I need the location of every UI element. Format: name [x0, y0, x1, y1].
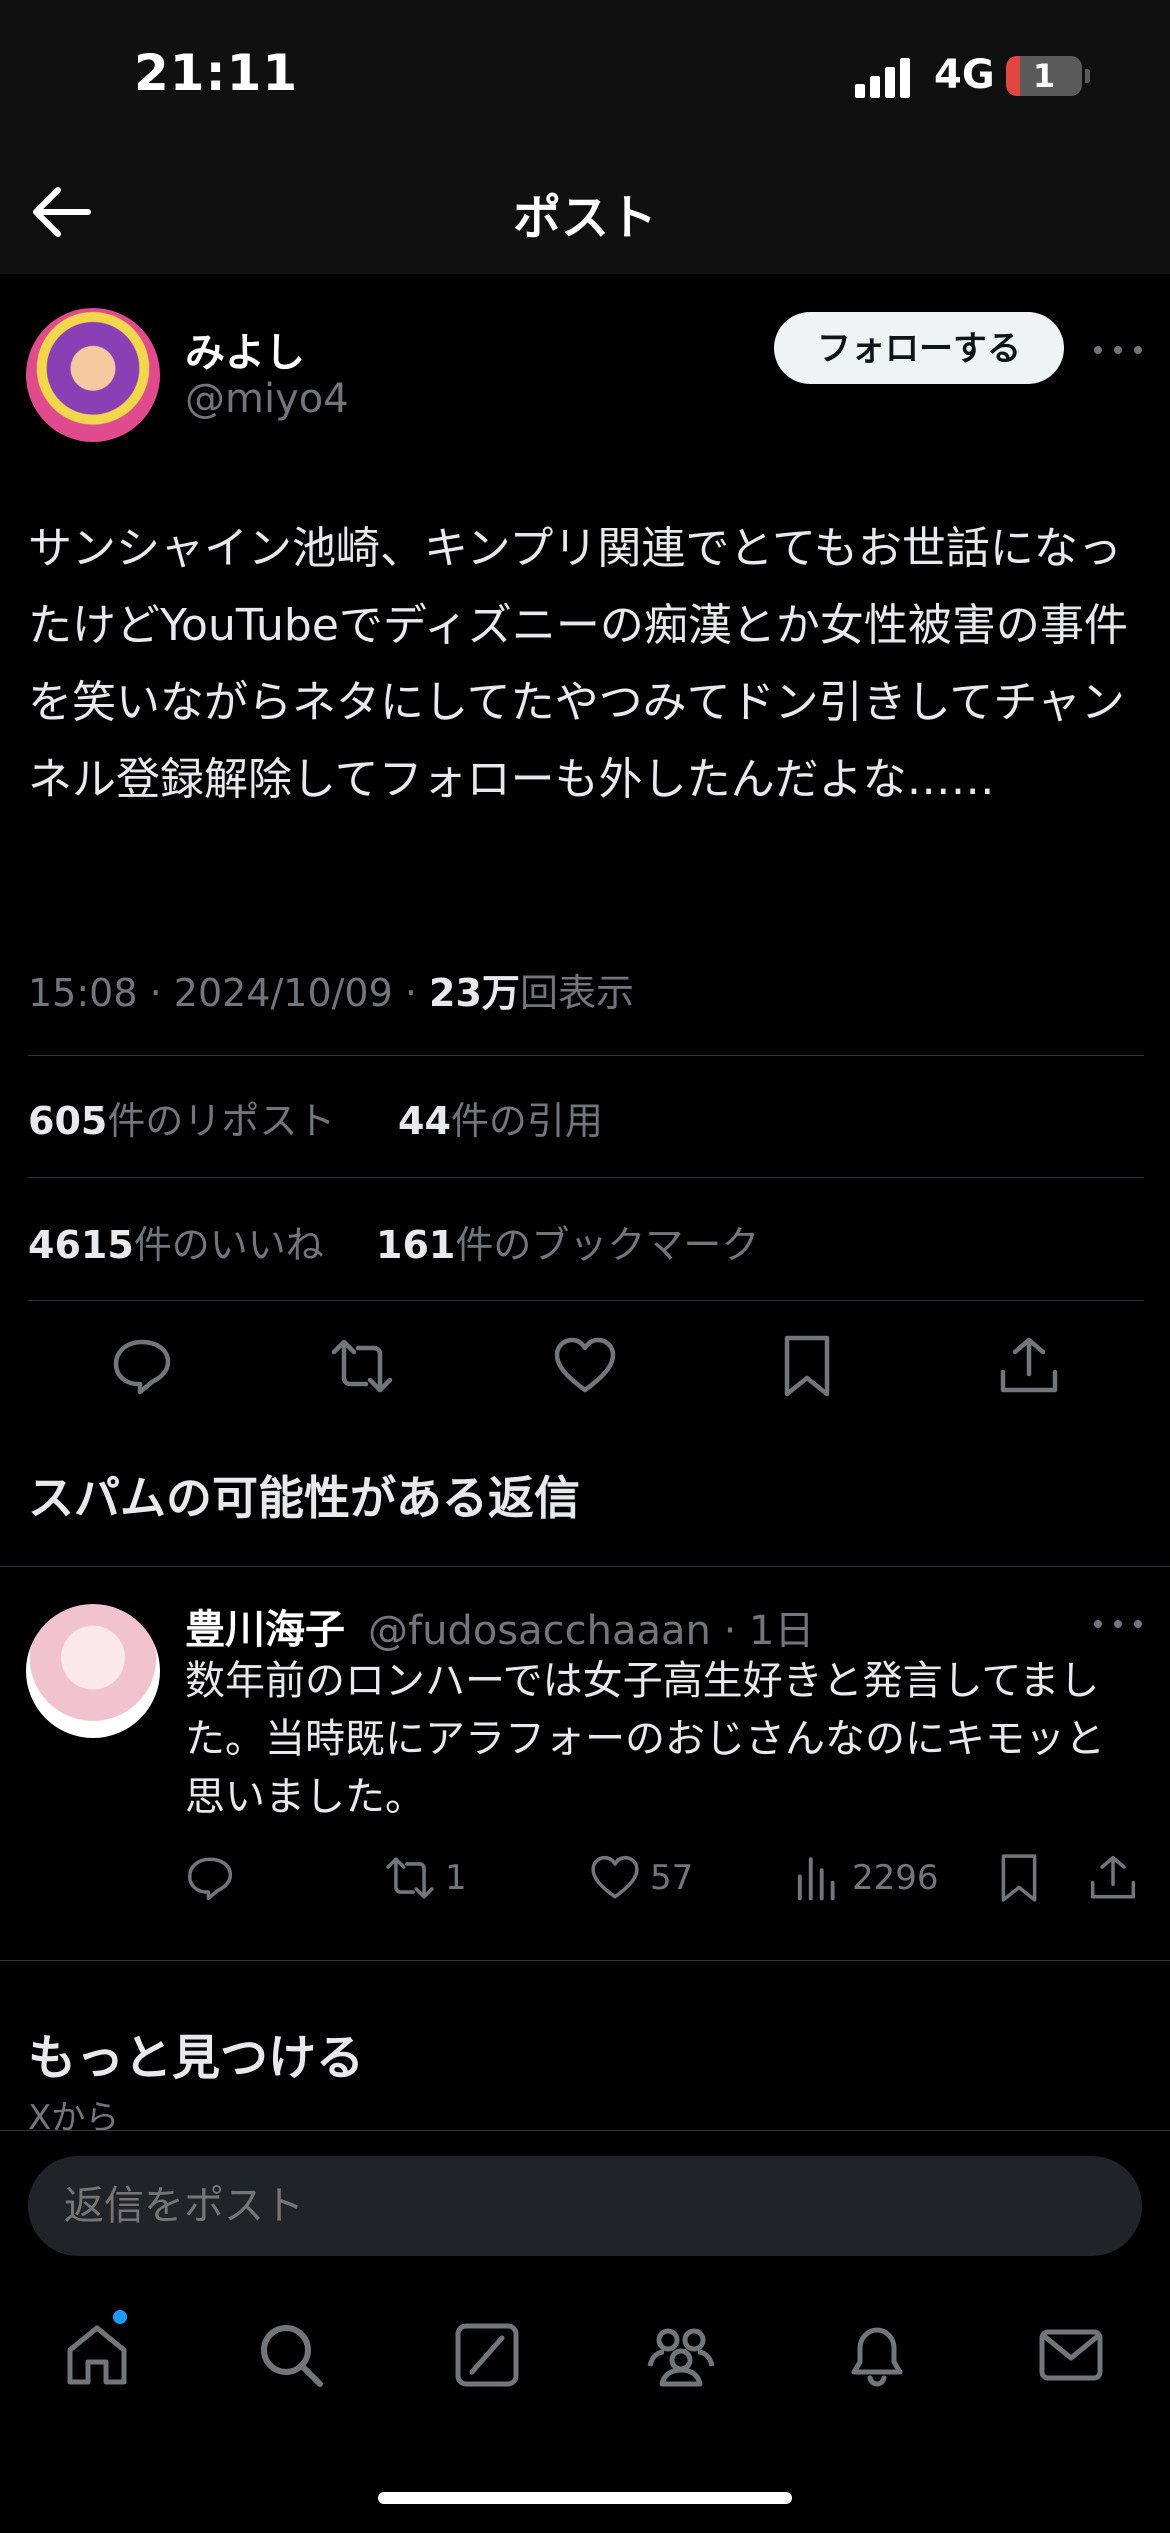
reply-reply-button[interactable] — [185, 1850, 235, 1906]
divider — [28, 1177, 1144, 1178]
bookmarks-stat[interactable]: 161件のブックマーク — [376, 1214, 759, 1269]
avatar[interactable] — [26, 308, 160, 442]
reply-repost-count: 1 — [445, 1858, 467, 1898]
home-icon — [67, 2325, 127, 2385]
tab-messages[interactable] — [1036, 2320, 1106, 2390]
signal-icon — [855, 58, 910, 98]
bookmark-icon — [1001, 1854, 1037, 1902]
repost-button[interactable] — [330, 1334, 394, 1398]
like-icon — [554, 1337, 616, 1393]
reply-icon — [187, 1857, 233, 1901]
tab-home[interactable] — [62, 2320, 132, 2390]
divider — [0, 1566, 1170, 1567]
reply-button[interactable] — [110, 1334, 174, 1398]
views-icon — [797, 1857, 835, 1901]
reply-like-button[interactable]: 57 — [590, 1850, 693, 1906]
battery-cap — [1085, 69, 1090, 83]
tab-search[interactable] — [256, 2320, 326, 2390]
like-button[interactable] — [553, 1334, 617, 1398]
reply-avatar[interactable] — [26, 1604, 160, 1738]
post-meta: 15:08 · 2024/10/09 · 23万回表示 — [28, 971, 634, 1015]
post-text: サンシャイン池崎、キンプリ関連でとてもお世話になったけどYouTubeでディズニ… — [28, 523, 1128, 805]
reply-handle-text: @fudosacchaaan — [368, 1608, 711, 1654]
share-icon — [1090, 1855, 1136, 1899]
tab-notifications[interactable] — [842, 2320, 912, 2390]
home-notification-dot — [113, 2310, 127, 2324]
home-indicator — [378, 2492, 792, 2504]
likes-label: 件のいいね — [133, 1223, 324, 1267]
likes-stat[interactable]: 4615件のいいね — [28, 1214, 324, 1269]
bookmark-button[interactable] — [775, 1334, 839, 1398]
reply-input[interactable] — [28, 2156, 1142, 2256]
discover-heading: もっと見つける — [28, 2030, 365, 2086]
reply-views-count: 2296 — [852, 1858, 939, 1898]
reply-icon — [113, 1339, 171, 1395]
share-button[interactable] — [997, 1334, 1061, 1398]
post-date: 2024/10/09 — [173, 971, 393, 1015]
messages-icon — [1039, 2329, 1103, 2381]
reply-views-button[interactable]: 2296 — [792, 1850, 939, 1906]
network-label: 4G — [934, 52, 995, 98]
quotes-label: 件の引用 — [450, 1099, 603, 1143]
status-time: 21:11 — [134, 44, 299, 102]
post-time: 15:08 — [28, 971, 138, 1015]
reply-repost-button[interactable]: 1 — [385, 1850, 467, 1906]
compose-icon — [455, 2323, 519, 2387]
spam-replies-heading: スパムの可能性がある返信 — [28, 1471, 580, 1525]
reply-more-options-icon[interactable] — [1090, 1604, 1146, 1644]
reply-age: · 1日 — [723, 1608, 815, 1654]
bookmark-icon — [784, 1335, 830, 1397]
reply-text: 数年前のロンハーでは女子高生好きと発言してました。当時既にアラフォーのおじさんな… — [185, 1658, 1105, 1820]
reply-share-button[interactable] — [1088, 1850, 1138, 1906]
divider — [28, 1055, 1144, 1056]
page-title: ポスト — [512, 190, 657, 246]
quotes-count: 44 — [398, 1099, 451, 1143]
quotes-stat[interactable]: 44件の引用 — [398, 1090, 603, 1145]
views-count[interactable]: 23万 — [429, 971, 520, 1015]
reply-author-name[interactable]: 豊川海子 — [185, 1597, 345, 1655]
more-options-icon[interactable] — [1090, 330, 1146, 370]
like-icon — [591, 1855, 639, 1899]
views-label: 回表示 — [519, 971, 634, 1015]
tab-communities[interactable] — [646, 2320, 716, 2390]
reply-bookmark-button[interactable] — [994, 1850, 1044, 1906]
author-name[interactable]: みよし — [185, 320, 305, 378]
author-handle[interactable]: @miyo4 — [185, 376, 349, 422]
divider — [28, 1300, 1144, 1301]
reposts-count: 605 — [28, 1099, 108, 1143]
repost-icon — [331, 1339, 393, 1393]
bookmarks-count: 161 — [376, 1223, 456, 1267]
share-icon — [1000, 1337, 1058, 1393]
repost-icon — [386, 1857, 434, 1899]
notifications-icon — [851, 2327, 903, 2387]
battery-icon: 1 — [1006, 56, 1082, 96]
reposts-label: 件のリポスト — [107, 1099, 336, 1143]
battery-percent: 1 — [1032, 57, 1056, 95]
divider — [0, 1960, 1170, 1961]
reposts-stat[interactable]: 605件のリポスト — [28, 1090, 335, 1145]
reply-author-handle[interactable]: @fudosacchaaan · 1日 — [368, 1598, 814, 1656]
likes-count: 4615 — [28, 1223, 134, 1267]
tab-grok[interactable] — [452, 2320, 522, 2390]
communities-icon — [647, 2328, 715, 2387]
search-icon — [261, 2325, 323, 2387]
reply-like-count: 57 — [650, 1858, 694, 1898]
follow-button[interactable]: フォローする — [774, 312, 1064, 384]
bookmarks-label: 件のブックマーク — [455, 1223, 760, 1267]
